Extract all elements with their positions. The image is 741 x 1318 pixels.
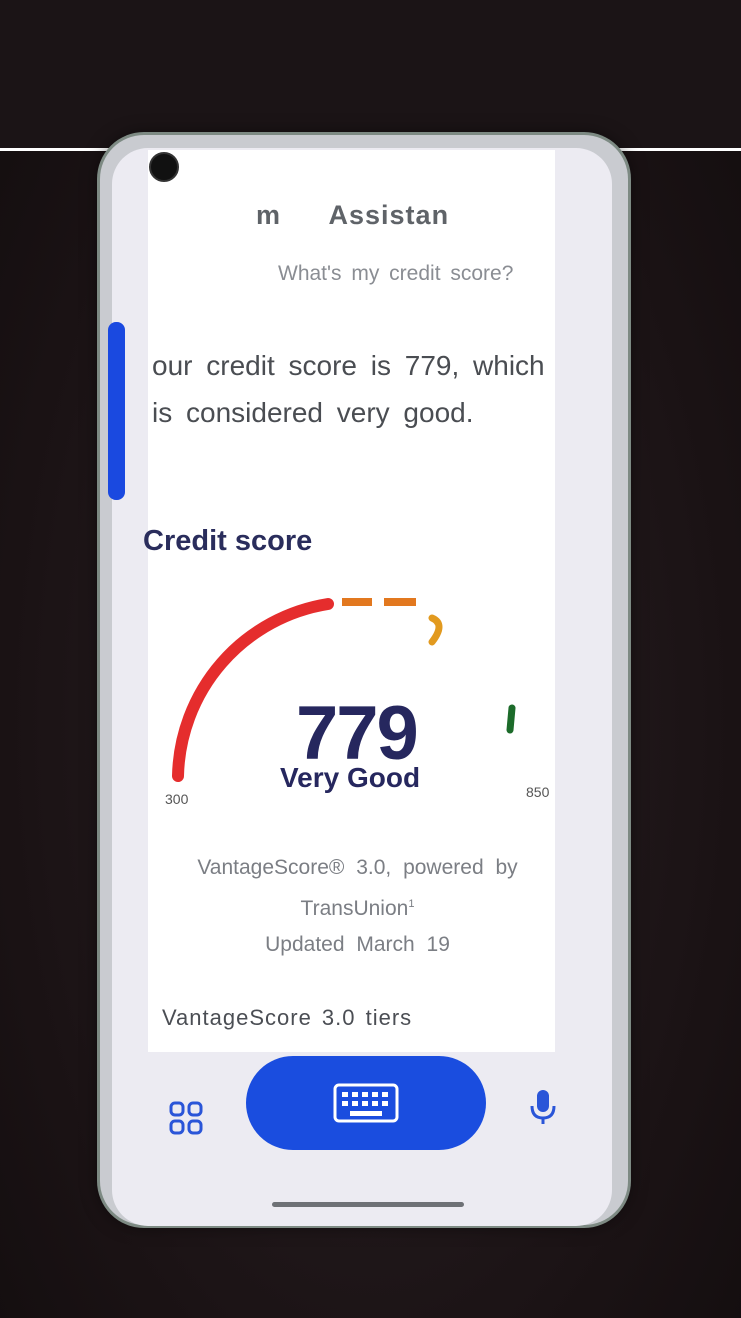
source-provider: TransUnion: [300, 897, 409, 920]
updated-date: Updated March 19: [265, 933, 450, 956]
source-footnote: 1: [408, 898, 415, 910]
mic-icon[interactable]: [528, 1088, 558, 1126]
credit-score-tier: Very Good: [280, 762, 421, 793]
assistant-answer: our credit score is 779, which is consid…: [152, 350, 545, 428]
top-dark-band: [0, 0, 741, 151]
keyboard-button[interactable]: [246, 1056, 486, 1150]
source-line-1: VantageScore® 3.0, powered by: [197, 856, 518, 879]
grid-icon[interactable]: [168, 1100, 204, 1136]
credit-score-heading: Credit score: [143, 525, 313, 557]
gauge-mark-orange: [428, 614, 443, 646]
gauge-max-label: 850: [526, 784, 550, 800]
side-accent-bar: [108, 322, 125, 500]
tiers-link[interactable]: VantageScore 3.0 tiers: [162, 1005, 412, 1031]
keyboard-icon: [333, 1083, 399, 1123]
assistant-title: m Assistan: [256, 200, 450, 230]
score-source: VantageScore® 3.0, powered by TransUnion…: [160, 850, 555, 963]
user-query[interactable]: What's my credit score?: [278, 262, 513, 286]
gauge-min-label: 300: [165, 791, 189, 807]
front-camera: [149, 152, 179, 182]
home-gesture-bar[interactable]: [272, 1202, 464, 1207]
gauge-mark-green: [506, 704, 516, 734]
source-line-2: TransUnion1: [160, 886, 555, 927]
